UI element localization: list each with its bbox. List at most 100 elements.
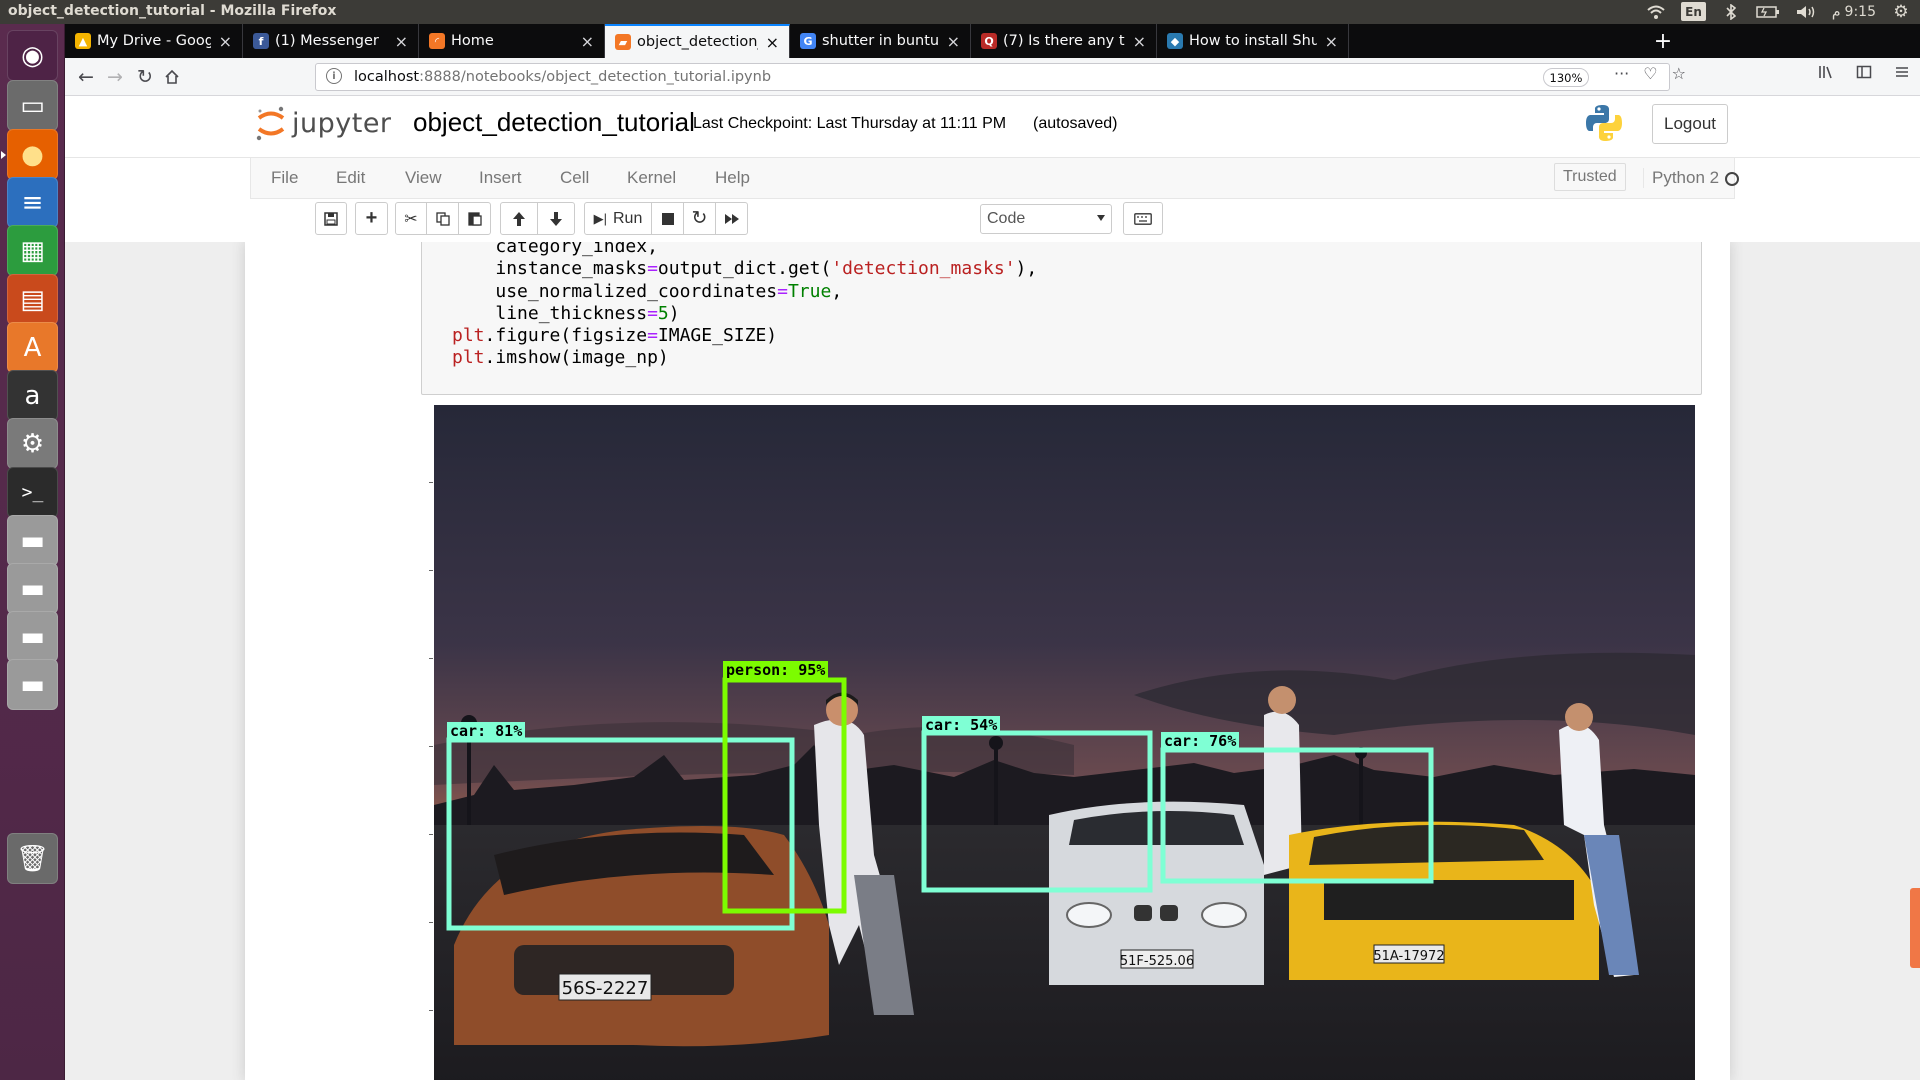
clock[interactable]: م 9:15 xyxy=(1832,2,1876,21)
home-icon[interactable] xyxy=(159,64,185,90)
browser-tab[interactable]: Gshutter in buntu - Googl × xyxy=(790,24,971,58)
launcher-drive-4-icon[interactable]: ▬ xyxy=(7,659,58,710)
menu-edit[interactable]: Edit xyxy=(336,168,365,188)
launcher-libreoffice-calc-icon[interactable]: ▦ xyxy=(7,225,58,276)
code-token: .figure(figsize xyxy=(484,325,648,347)
page-actions-icon[interactable]: ··· xyxy=(1614,64,1629,83)
interrupt-stop-icon[interactable] xyxy=(651,202,684,235)
menu-cell[interactable]: Cell xyxy=(560,168,589,188)
browser-tab[interactable]: ▰ object_detection_tutori × xyxy=(605,24,790,58)
cut-scissors-icon[interactable]: ✂ xyxy=(395,202,427,235)
insert-cell-plus-icon[interactable]: + xyxy=(355,202,388,235)
pocket-icon[interactable]: ♡ xyxy=(1643,64,1657,83)
launcher-libreoffice-impress-icon[interactable]: ▤ xyxy=(7,274,58,325)
launcher-drive-3-icon[interactable]: ▬ xyxy=(7,611,58,662)
url-bar[interactable]: i localhost:8888/notebooks/object_detect… xyxy=(315,63,1670,91)
paste-icon[interactable] xyxy=(458,202,491,235)
browser-tab[interactable]: ◆ How to install Shutter o × xyxy=(1157,24,1349,58)
menu-help[interactable]: Help xyxy=(715,168,750,188)
wifi-icon[interactable] xyxy=(1647,2,1665,21)
library-icon[interactable] xyxy=(1818,64,1834,85)
license-plate-3: 51A-17972 xyxy=(1373,949,1444,964)
browser-tab[interactable]: Q (7) Is there any tool for U × xyxy=(971,24,1157,58)
menu-kernel[interactable]: Kernel xyxy=(627,168,676,188)
launcher-firefox-icon[interactable]: ● xyxy=(1,129,58,180)
launcher-libreoffice-writer-icon[interactable]: ≡ xyxy=(7,177,58,228)
jupyter-logo[interactable]: jupyter xyxy=(254,105,392,141)
battery-icon[interactable] xyxy=(1756,2,1780,21)
save-icon[interactable] xyxy=(315,202,347,235)
code-token: 5 xyxy=(657,302,669,324)
launcher-trash-icon[interactable]: 🗑 xyxy=(7,833,58,884)
close-tab-icon[interactable]: × xyxy=(1325,32,1338,51)
logout-button[interactable]: Logout xyxy=(1652,104,1728,144)
launcher-drive-1-icon[interactable]: ▬ xyxy=(7,515,58,566)
launcher-ubuntu-software-icon[interactable]: A xyxy=(7,322,58,373)
notebook-area: category_index, instance_masks=output_di… xyxy=(65,242,1920,1080)
site-info-icon[interactable]: i xyxy=(326,68,342,84)
keyboard-layout-indicator[interactable]: En xyxy=(1681,2,1706,21)
cell-type-select[interactable]: Code xyxy=(980,204,1112,234)
close-tab-icon[interactable]: × xyxy=(766,33,779,52)
window-title: object_detection_tutorial - Mozilla Fire… xyxy=(8,3,337,19)
menu-file[interactable]: File xyxy=(271,168,298,188)
new-tab-button[interactable]: + xyxy=(1649,26,1677,56)
back-arrow-icon[interactable]: ← xyxy=(73,64,99,90)
menubar: File Edit View Insert Cell Kernel Help T… xyxy=(250,158,1739,199)
restart-kernel-icon[interactable]: ↻ xyxy=(683,202,716,235)
sidebar-icon[interactable] xyxy=(1856,64,1872,85)
menu-insert[interactable]: Insert xyxy=(479,168,522,188)
run-label: Run xyxy=(613,209,643,227)
autosave-status: (autosaved) xyxy=(1033,115,1118,132)
code-token: ), xyxy=(1015,258,1038,280)
launcher-terminal-icon[interactable]: >_ xyxy=(7,467,58,518)
command-palette-keyboard-icon[interactable] xyxy=(1123,202,1163,235)
restart-run-all-icon[interactable] xyxy=(715,202,748,235)
browser-tab[interactable]: ▲ My Drive - Google Drive × xyxy=(65,24,243,58)
copy-icon[interactable] xyxy=(426,202,459,235)
zoom-level-badge[interactable]: 130% xyxy=(1543,68,1589,87)
launcher-system-settings-icon[interactable]: ⚙ xyxy=(7,418,58,469)
page-scrollbar-thumb[interactable] xyxy=(1910,888,1920,968)
reload-icon[interactable]: ↻ xyxy=(132,64,158,90)
settings-gear-icon[interactable]: ⚙ xyxy=(1892,2,1910,22)
bluetooth-icon[interactable] xyxy=(1722,2,1740,21)
bookmark-star-icon[interactable]: ☆ xyxy=(1672,64,1686,83)
code-line: use_normalized_coordinates=True, xyxy=(452,281,1037,303)
launcher-drive-2-icon[interactable]: ▬ xyxy=(7,563,58,614)
close-tab-icon[interactable]: × xyxy=(947,32,960,51)
browser-tab[interactable]: f (1) Messenger × xyxy=(243,24,419,58)
code-token: , xyxy=(831,280,843,302)
run-button[interactable]: ▶| Run xyxy=(584,202,652,235)
close-tab-icon[interactable]: × xyxy=(581,32,594,51)
jupyter-header: jupyter object_detection_tutorial Last C… xyxy=(65,96,1920,158)
close-tab-icon[interactable]: × xyxy=(219,32,232,51)
launcher-amazon-icon[interactable]: a xyxy=(7,370,58,421)
axis-tick xyxy=(429,834,433,835)
tab-label: (7) Is there any tool for U xyxy=(1003,33,1125,49)
notebook-name[interactable]: object_detection_tutorial xyxy=(413,107,695,138)
code-cell[interactable]: category_index, instance_masks=output_di… xyxy=(421,242,1702,395)
code-input[interactable]: category_index, instance_masks=output_di… xyxy=(452,242,1037,370)
code-token: = xyxy=(647,325,658,347)
trusted-indicator[interactable]: Trusted xyxy=(1554,163,1626,191)
launcher-ubuntu-dash-icon[interactable]: ◉ xyxy=(7,30,58,81)
axis-tick xyxy=(429,746,433,747)
close-tab-icon[interactable]: × xyxy=(395,32,408,51)
cell-type-value: Code xyxy=(987,210,1026,227)
menu-view[interactable]: View xyxy=(405,168,442,188)
close-tab-icon[interactable]: × xyxy=(1133,32,1146,51)
code-token: = xyxy=(647,302,658,324)
code-token: category_index, xyxy=(495,242,658,257)
move-down-arrow-icon[interactable] xyxy=(537,202,575,235)
volume-icon[interactable] xyxy=(1796,2,1816,21)
detection-label-person: person: 95% xyxy=(723,661,829,679)
move-up-arrow-icon[interactable] xyxy=(500,202,538,235)
launcher-files-icon[interactable]: ▭ xyxy=(7,80,58,131)
code-token: line_thickness xyxy=(495,302,648,324)
code-token: use_normalized_coordinates xyxy=(495,280,778,302)
hamburger-menu-icon[interactable] xyxy=(1894,64,1910,85)
browser-tab[interactable]: ◜ Home × xyxy=(419,24,605,58)
forward-arrow-icon[interactable]: → xyxy=(102,64,128,90)
